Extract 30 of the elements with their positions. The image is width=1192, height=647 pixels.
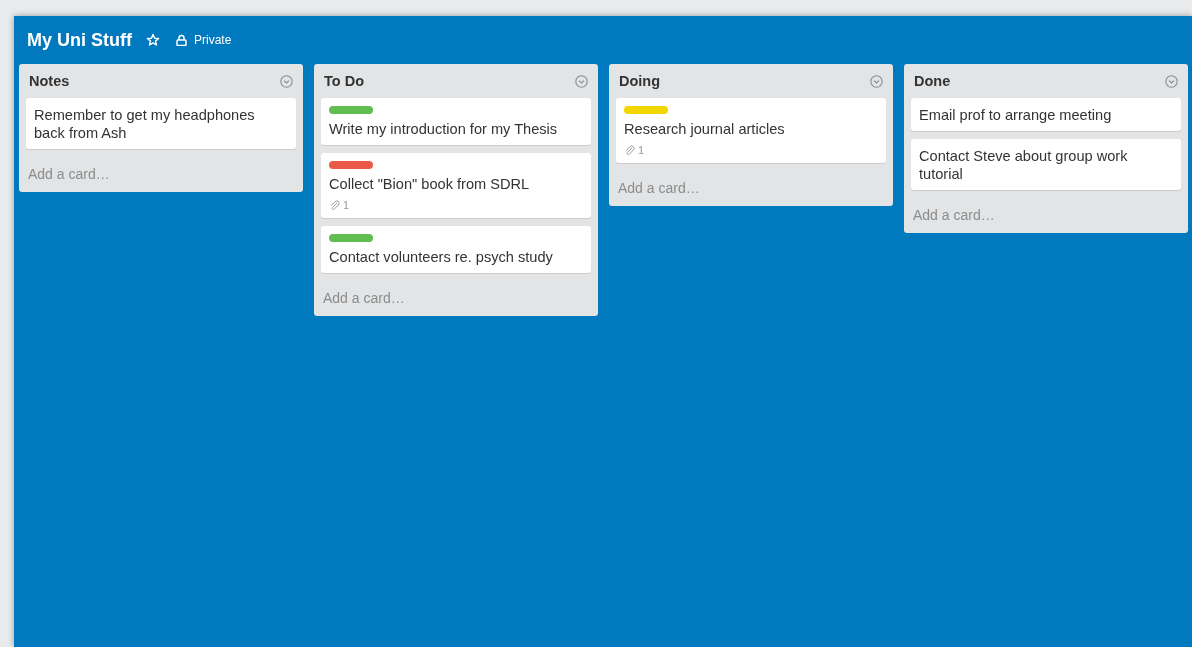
- card[interactable]: Write my introduction for my Thesis: [321, 98, 591, 145]
- chevron-down-icon[interactable]: [280, 74, 293, 88]
- card-title: Remember to get my headphones back from Ash: [34, 106, 256, 142]
- paperclip-icon: [624, 144, 635, 156]
- attachment-count: 1: [343, 199, 350, 211]
- list-title: Doing: [619, 73, 661, 89]
- lock-icon: [176, 34, 187, 46]
- chevron-down-icon[interactable]: [1165, 74, 1178, 88]
- card[interactable]: Collect "Bion" book from SDRL 1: [321, 153, 591, 218]
- card[interactable]: Contact volunteers re. psych study: [321, 226, 591, 273]
- card-title: Email prof to arrange meeting: [919, 106, 1113, 124]
- card-title: Collect "Bion" book from SDRL: [329, 175, 531, 193]
- list-title: Done: [914, 73, 951, 89]
- chevron-down-icon[interactable]: [575, 74, 588, 88]
- card-title: Contact Steve about group work tutorial: [919, 147, 1129, 183]
- card[interactable]: Email prof to arrange meeting: [911, 98, 1181, 131]
- visibility-button[interactable]: Private: [176, 33, 232, 47]
- card[interactable]: Contact Steve about group work tutorial: [911, 139, 1181, 190]
- card[interactable]: Remember to get my headphones back from Ash: [26, 98, 296, 149]
- card-title: Research journal articles: [624, 120, 786, 138]
- list-title: To Do: [324, 73, 364, 89]
- chevron-down-icon[interactable]: [870, 74, 883, 88]
- card-title: Write my introduction for my Thesis: [329, 120, 559, 138]
- star-icon[interactable]: [146, 33, 160, 47]
- card-title: Contact volunteers re. psych study: [329, 248, 554, 266]
- list-title: Notes: [29, 73, 70, 89]
- board-title[interactable]: My Uni Stuff: [27, 29, 132, 51]
- attachment-count: 1: [638, 144, 645, 156]
- paperclip-icon: [329, 199, 340, 211]
- card[interactable]: Research journal articles 1: [616, 98, 886, 163]
